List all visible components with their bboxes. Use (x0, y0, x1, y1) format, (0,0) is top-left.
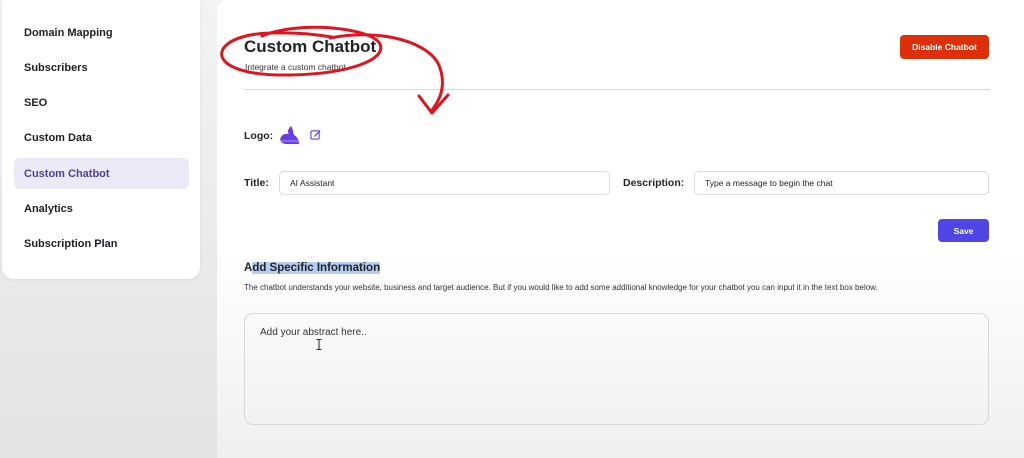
sidebar-item-label: Subscription Plan (24, 237, 118, 250)
sidebar-item-custom-chatbot[interactable]: Custom Chatbot (14, 158, 189, 189)
sidebar-item-label: Analytics (24, 202, 73, 215)
sidebar-item-custom-data[interactable]: Custom Data (14, 122, 189, 153)
description-label: Description: (623, 177, 685, 189)
text-cursor-icon (316, 339, 322, 350)
sidebar-item-label: Custom Data (24, 131, 92, 144)
page-subtitle: Integrate a custom chatbot. (245, 62, 349, 72)
disable-chatbot-button[interactable]: Disable Chatbot (900, 35, 989, 59)
sidebar-item-label: Domain Mapping (24, 26, 113, 39)
abstract-textarea[interactable] (244, 313, 989, 425)
title-label: Title: (244, 177, 269, 189)
title-input[interactable] (279, 171, 610, 195)
heading-selected-text: dd Specific Information (252, 262, 381, 274)
sidebar-item-subscribers[interactable]: Subscribers (14, 52, 189, 83)
edit-icon[interactable] (310, 129, 321, 140)
sidebar-item-label: SEO (24, 96, 48, 109)
main-panel: Custom Chatbot Integrate a custom chatbo… (217, 0, 1024, 458)
specific-info-description: The chatbot understands your website, bu… (244, 283, 878, 292)
header-divider (244, 89, 990, 90)
page-title: Custom Chatbot (244, 37, 377, 56)
sidebar-item-analytics[interactable]: Analytics (14, 193, 189, 224)
sidebar-item-domain-mapping[interactable]: Domain Mapping (14, 17, 189, 48)
specific-info-heading: Add Specific Information (244, 262, 381, 274)
sidebar-item-label: Subscribers (24, 61, 88, 74)
sidebar-item-subscription-plan[interactable]: Subscription Plan (14, 228, 189, 259)
sidebar: Domain Mapping Subscribers SEO Custom Da… (2, 0, 200, 279)
sidebar-item-seo[interactable]: SEO (14, 87, 189, 118)
description-input[interactable] (694, 171, 989, 195)
logo-label: Logo: (244, 130, 274, 142)
sidebar-item-label: Custom Chatbot (24, 167, 110, 180)
logo-icon[interactable] (278, 125, 300, 145)
save-button[interactable]: Save (938, 219, 989, 242)
